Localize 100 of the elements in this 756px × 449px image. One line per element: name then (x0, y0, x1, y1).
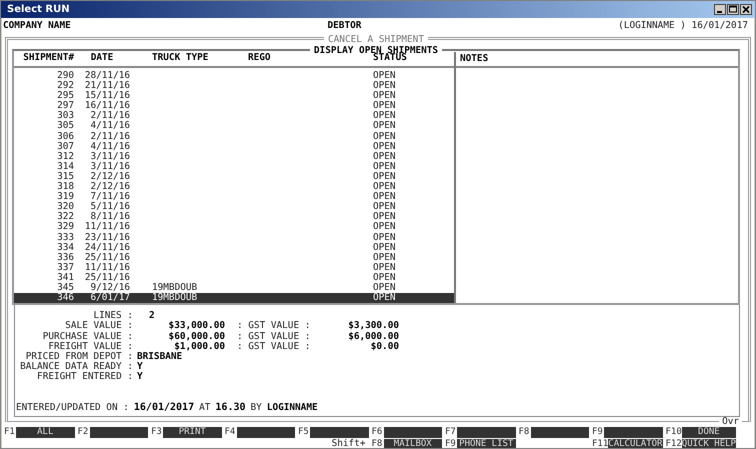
shipment-row[interactable]: 292 21/11/16 OPEN (14, 81, 454, 92)
table-cell-text: 11/11/16 (84, 222, 130, 232)
key-label: F3 (151, 427, 163, 438)
shipment-row[interactable]: 336 25/11/16 OPEN (14, 252, 454, 263)
close-icon[interactable] (740, 4, 752, 15)
field-value: $1,000.00 (173, 342, 225, 352)
table-cell-text: OPEN (373, 212, 397, 222)
table-cell-text: 306 (56, 132, 74, 142)
shipment-row[interactable]: 341 25/11/16 OPEN (14, 272, 454, 283)
field-label: : GST VALUE : (236, 321, 312, 332)
function-key[interactable]: DONE (682, 427, 736, 438)
shipment-row[interactable]: 290 28/11/16 OPEN (14, 71, 454, 82)
user-date: (LOGINNAME ) 16/01/2017 (618, 20, 748, 33)
table-cell-text: 24/11/16 (84, 242, 130, 253)
table-cell-text: OPEN (373, 222, 397, 232)
shipment-row[interactable]: 346 6/01/17 19MBDOUB OPEN (14, 293, 454, 304)
function-key[interactable]: QUICK HELP (682, 438, 736, 448)
column-header: DATE (90, 53, 114, 65)
table-cell-text: 16/11/16 (84, 101, 130, 112)
table-cell-text: OPEN (373, 111, 397, 122)
table-cell-text: 312 (56, 152, 74, 162)
shipment-row[interactable]: 312 3/11/16 OPEN (14, 152, 454, 162)
shipment-row[interactable]: 345 9/12/16 19MBDOUB OPEN (14, 282, 454, 294)
table-cell-text: 314 (56, 162, 74, 172)
key-label: F9 (445, 438, 457, 448)
screen-title: DEBTOR (328, 20, 362, 33)
shipment-row[interactable]: 306 2/11/16 OPEN (14, 132, 454, 142)
table-cell-text: 5/11/16 (89, 202, 130, 212)
field-value: $0.00 (370, 342, 399, 352)
function-key[interactable]: PRINT (163, 427, 222, 438)
column-header: STATUS (373, 53, 407, 65)
field-label: FREIGHT ENTERED : (36, 372, 133, 383)
field-label: SALE VALUE : (64, 321, 133, 332)
function-key[interactable]: CALCULATOR (608, 438, 662, 448)
function-key[interactable]: MAILBOX (384, 438, 442, 448)
column-header: SHIPMENT# (22, 53, 74, 65)
table-cell-text: 8/11/16 (90, 212, 130, 222)
shipment-row[interactable]: 305 4/11/16 OPEN (14, 121, 454, 132)
table-cell-text: OPEN (373, 152, 397, 162)
table-cell-text: OPEN (373, 242, 397, 253)
function-key[interactable] (90, 427, 148, 438)
table-cell-text: OPEN (373, 132, 397, 142)
shipment-row[interactable]: 333 23/11/16 OPEN (14, 232, 454, 243)
shipment-row[interactable]: 297 16/11/16 OPEN (14, 101, 454, 112)
shipment-row[interactable]: 337 11/11/16 OPEN (14, 262, 454, 273)
table-cell-text: 329 (56, 222, 74, 232)
table-cell-text: 23/11/16 (84, 232, 130, 243)
field-value: $60,000.00 (168, 332, 225, 342)
shipment-row[interactable]: 314 3/11/16 OPEN (14, 162, 454, 172)
table-cell-text: OPEN (373, 172, 397, 182)
field-value: LOGINNAME (266, 402, 318, 413)
table-cell-text: OPEN (373, 202, 397, 212)
key-label: F8 (518, 427, 530, 438)
key-label: F2 (78, 427, 90, 438)
table-cell-text: 341 (56, 272, 74, 283)
function-key[interactable] (384, 427, 442, 438)
field-label: FREIGHT VALUE : (47, 342, 133, 352)
table-cell-text: 2/12/16 (89, 172, 130, 182)
minimize-icon[interactable] (714, 4, 726, 15)
function-key[interactable] (604, 427, 662, 438)
table-cell-text: 4/11/16 (89, 121, 130, 132)
field-label: BY (250, 402, 262, 413)
function-key[interactable] (310, 427, 368, 438)
shipment-row[interactable]: 319 7/11/16 OPEN (14, 192, 454, 202)
table-cell-text: 28/11/16 (84, 71, 130, 81)
field-value: 2 (148, 311, 156, 322)
function-key[interactable] (457, 427, 516, 438)
function-key[interactable] (236, 427, 295, 438)
shipment-row[interactable]: 307 4/11/16 OPEN (14, 142, 454, 152)
shipment-row[interactable]: 320 5/11/16 OPEN (14, 202, 454, 212)
function-key[interactable] (530, 427, 589, 438)
shipment-row[interactable]: 303 2/11/16 OPEN (14, 111, 454, 122)
shipment-row[interactable]: 315 2/12/16 OPEN (14, 172, 454, 182)
shipment-row[interactable]: 318 2/12/16 OPEN (14, 182, 454, 192)
key-label: F1 (4, 427, 16, 438)
table-cell-text: 2/12/16 (89, 182, 130, 192)
shipment-row[interactable]: 334 24/11/16 OPEN (14, 242, 454, 253)
field-value: 16/01/2017 (134, 402, 194, 413)
shipment-row[interactable]: 329 11/11/16 OPEN (14, 222, 454, 232)
table-cell-text: 333 (56, 232, 74, 243)
table-cell-text: 9/12/16 (89, 282, 130, 293)
table-cell-text: 21/11/16 (84, 81, 130, 92)
key-label: F8 (372, 438, 384, 448)
table-cell-text: 2/11/16 (89, 111, 130, 122)
shipment-row[interactable]: 295 15/11/16 OPEN (14, 91, 454, 102)
table-cell-text: 307 (56, 142, 74, 152)
table-cell-text: 336 (56, 252, 74, 263)
table-cell-text: 3/11/16 (89, 152, 130, 162)
table-cell-text: OPEN (373, 142, 397, 152)
table-cell-text: 2/11/16 (89, 132, 130, 142)
key-label: F12 (666, 438, 682, 448)
maximize-icon[interactable] (727, 4, 739, 15)
table-cell-text: 4/11/16 (89, 142, 130, 152)
shipment-row[interactable]: 322 8/11/16 OPEN (14, 212, 454, 222)
table-cell-text: OPEN (373, 262, 397, 273)
function-key[interactable]: ALL (16, 427, 74, 438)
table-cell-text: 322 (56, 212, 74, 222)
function-key[interactable]: PHONE LIST (457, 438, 516, 448)
table-cell-text: 345 (56, 282, 74, 293)
table-cell-text: 292 (56, 81, 74, 92)
